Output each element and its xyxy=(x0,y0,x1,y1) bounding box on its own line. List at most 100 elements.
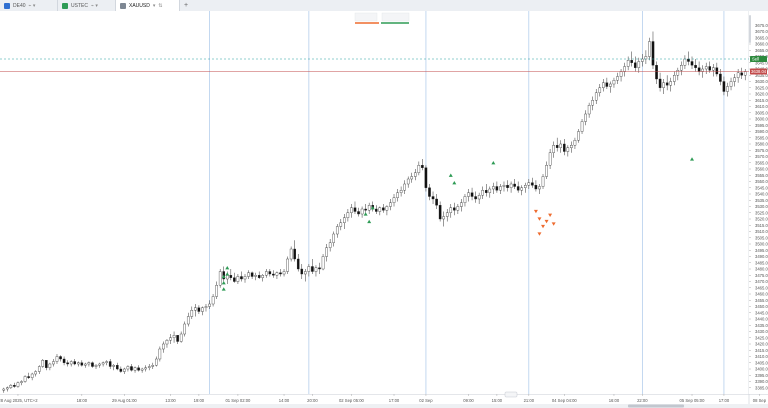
bull-candle-body xyxy=(527,182,531,186)
price-tick-label: 3665.00 xyxy=(755,35,768,40)
bull-candle-body xyxy=(378,207,382,212)
price-tick-label: 3560.00 xyxy=(755,167,768,172)
bull-candle-body xyxy=(492,186,495,190)
bull-candle-body xyxy=(680,65,683,71)
bull-candle-body xyxy=(208,303,211,307)
price-tick-label: 3395.00 xyxy=(755,373,768,378)
bull-candle-body xyxy=(644,56,648,60)
time-tick-label: 08 Sep xyxy=(753,398,767,403)
flag-us-icon xyxy=(62,2,68,9)
bear-candle-body xyxy=(431,196,435,200)
bear-candle-body xyxy=(137,367,140,371)
price-tick-label: 3630.00 xyxy=(755,79,768,84)
bull-candle-body xyxy=(502,185,506,187)
gold-icon xyxy=(120,2,126,9)
price-tick-label: 3390.00 xyxy=(755,379,768,384)
price-tick-label: 3470.00 xyxy=(755,279,768,284)
bull-candle-body xyxy=(165,340,169,345)
bull-candle-body xyxy=(417,165,421,173)
bull-candle-body xyxy=(403,183,406,191)
bull-candle-body xyxy=(158,348,162,360)
bear-candle-body xyxy=(722,81,726,92)
bull-candle-body xyxy=(76,362,80,365)
bull-candle-body xyxy=(385,206,389,211)
bull-candle-body xyxy=(254,275,257,277)
price-tick-label: 3570.00 xyxy=(755,154,768,159)
bear-candle-body xyxy=(257,275,261,278)
horizontal-scrollbar[interactable] xyxy=(0,404,768,408)
bull-candle-body xyxy=(477,195,481,200)
bull-candle-body xyxy=(194,307,197,311)
time-tick-label: 01 Sep 02:00 xyxy=(225,398,251,403)
bull-candle-body xyxy=(155,358,158,366)
time-tick-label: 13:00 xyxy=(165,398,176,403)
price-tick-label: 3500.00 xyxy=(755,242,768,247)
bull-candle-body xyxy=(396,192,399,198)
bull-candle-body xyxy=(545,165,548,177)
bull-candle-body xyxy=(637,61,641,68)
candle xyxy=(218,269,222,288)
bull-candle-body xyxy=(332,233,335,243)
bear-candle-body xyxy=(374,208,378,212)
bear-candle-body xyxy=(438,205,442,220)
price-tick-label: 3415.00 xyxy=(755,348,768,353)
tab-label: XAUUSD xyxy=(129,2,150,9)
bull-candle-body xyxy=(30,373,34,378)
bear-candle-body xyxy=(655,65,658,80)
price-tick-label: 3540.00 xyxy=(755,192,768,197)
time-tick-label: 20:00 xyxy=(307,398,318,403)
scrollbar-thumb[interactable] xyxy=(628,404,684,408)
bear-candle-body xyxy=(293,248,296,260)
bear-candle-body xyxy=(633,62,637,68)
bull-candle-body xyxy=(577,131,580,141)
price-tick-label: 3485.00 xyxy=(755,260,768,265)
price-axis-scale-handle[interactable] xyxy=(749,15,751,43)
bull-candle-body xyxy=(325,247,328,257)
bear-candle-body xyxy=(719,73,722,82)
bull-candle-body xyxy=(34,371,37,375)
bull-candle-body xyxy=(467,192,470,197)
tab-xauusd[interactable]: XAUUSD ▾ ⇅ xyxy=(116,0,180,11)
bull-candle-body xyxy=(112,365,116,367)
price-tick-label: 3510.00 xyxy=(755,229,768,234)
bull-candle-body xyxy=(683,58,687,66)
price-tick-label: 3515.00 xyxy=(755,223,768,228)
tab-ustec[interactable]: USTEC ⌁ ▾ xyxy=(58,0,116,11)
add-tab-button[interactable]: + xyxy=(180,0,192,11)
bull-candle-body xyxy=(147,366,151,368)
price-tick-label: 3545.00 xyxy=(755,185,768,190)
bear-candle-body xyxy=(474,196,477,200)
bear-candle-body xyxy=(470,192,474,197)
bull-candle-body xyxy=(133,367,137,371)
bull-candle-body xyxy=(552,145,555,153)
time-tick-label: 18:00 xyxy=(77,398,88,403)
bull-candle-body xyxy=(672,75,676,82)
time-tick-label: 14:00 xyxy=(279,398,290,403)
time-tick-label: 15:00 xyxy=(492,398,503,403)
tab-dropdown-icon[interactable]: ▾ xyxy=(153,3,156,9)
bull-candle-body xyxy=(123,368,126,372)
bear-candle-body xyxy=(715,67,719,75)
price-chart[interactable]: 3385.003390.003395.003400.00 3405.003410.… xyxy=(0,11,768,408)
price-tick-label: 3530.00 xyxy=(755,204,768,209)
tab-menu-icon[interactable]: ⌁ ▾ xyxy=(91,3,98,9)
bull-candle-body xyxy=(265,271,268,276)
tab-sync-icon[interactable]: ⇅ xyxy=(158,3,162,9)
bear-candle-body xyxy=(197,307,201,312)
bear-candle-body xyxy=(80,362,84,366)
bull-candle-body xyxy=(559,143,563,148)
bull-candle-body xyxy=(594,92,598,101)
bull-candle-body xyxy=(463,196,467,203)
bull-candle-body xyxy=(548,152,552,166)
bear-candle-body xyxy=(453,207,456,211)
bear-candle-body xyxy=(697,67,701,72)
buy-panel-box xyxy=(381,12,410,22)
time-scroll-handle[interactable] xyxy=(504,391,518,398)
bull-candle-body xyxy=(94,365,98,367)
bull-candle-body xyxy=(126,366,130,370)
price-tick-label: 3440.00 xyxy=(755,317,768,322)
tab-de40[interactable]: DE40 ⌁ ▾ xyxy=(0,0,58,11)
bear-candle-body xyxy=(272,273,275,276)
bull-candle-body xyxy=(144,367,147,370)
tab-menu-icon[interactable]: ⌁ ▾ xyxy=(29,3,36,9)
